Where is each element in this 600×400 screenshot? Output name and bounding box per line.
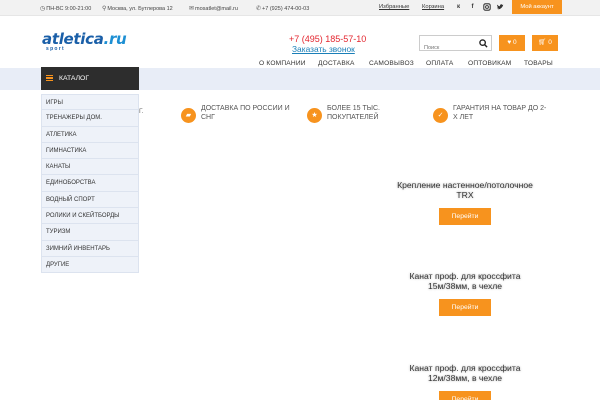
product-card: Канат проф. для кроссфита 15м/38мм, в чех… — [396, 271, 534, 316]
product-title: Канат проф. для кроссфита 12м/38мм, в чех… — [409, 363, 521, 383]
catalog-menu: ИГРЫ ТРЕНАЖЕРЫ ДОМ. АТЛЕТИКА ГИМНАСТИКА … — [41, 94, 139, 274]
header-phone[interactable]: +7 (495) 185-57-10 — [289, 34, 366, 44]
working-hours: ◷ПН-ВС 9:00-21:00 — [40, 6, 92, 12]
product-card: Канат проф. для кроссфита 12м/38мм, в чех… — [396, 363, 534, 400]
nav-payment[interactable]: ОПЛАТА — [426, 60, 453, 67]
product-go-button[interactable]: Перейти — [439, 391, 491, 400]
map-pin-icon: ⚲ — [102, 6, 107, 12]
catalog-item-home-trainers[interactable]: ТРЕНАЖЕРЫ ДОМ. — [41, 110, 139, 127]
cutoff-text: Г. — [139, 108, 144, 115]
star-icon: ★ — [307, 108, 322, 123]
catalog-item-martial-arts[interactable]: ЕДИНОБОРСТВА — [41, 175, 139, 192]
catalog-item-rollers[interactable]: РОЛИКИ И СКЕЙТБОРДЫ — [41, 208, 139, 225]
cart-button[interactable]: 🛒︎ 0 — [532, 35, 558, 51]
top-phone[interactable]: ✆+7 (925) 474-00-03 — [256, 5, 309, 12]
instagram-glyph — [482, 3, 491, 11]
search-box — [419, 35, 492, 55]
search-input[interactable] — [420, 41, 480, 55]
logo-text: atletica.ru — [42, 30, 127, 48]
mail-icon: ✉ — [189, 6, 195, 12]
hamburger-icon — [46, 75, 53, 81]
instagram-icon[interactable] — [482, 3, 491, 12]
catalog-item-games[interactable]: ИГРЫ — [41, 94, 139, 111]
catalog-item-tourism[interactable]: ТУРИЗМ — [41, 224, 139, 241]
catalog-item-athletics[interactable]: АТЛЕТИКА — [41, 126, 139, 143]
nav-pickup[interactable]: САМОВЫВОЗ — [369, 60, 414, 67]
product-go-button[interactable]: Перейти — [439, 299, 491, 316]
product-card: Крепление настенное/потолочное TRX Перейт… — [396, 180, 534, 225]
clock-icon: ◷ — [40, 6, 46, 12]
nav-wholesale[interactable]: ОПТОВИКАМ — [468, 60, 511, 67]
catalog-item-other[interactable]: ДРУГИЕ — [41, 256, 139, 274]
favorites-button[interactable]: ♥ 0 — [499, 35, 525, 51]
heart-icon: ♥ — [507, 39, 512, 46]
catalog-item-winter[interactable]: ЗИМНИЙ ИНВЕНТАРЬ — [41, 240, 139, 257]
search-icon[interactable] — [479, 39, 488, 48]
catalog-item-ropes[interactable]: КАНАТЫ — [41, 159, 139, 176]
facebook-icon[interactable]: f — [468, 3, 477, 12]
catalog-header[interactable]: КАТАЛОГ — [41, 67, 139, 90]
my-account-button[interactable]: Мой аккаунт — [512, 0, 562, 14]
product-title: Канат проф. для кроссфита 15м/38мм, в чех… — [409, 271, 521, 291]
phone-icon: ✆ — [256, 6, 262, 12]
twitter-icon[interactable] — [495, 3, 504, 12]
product-title: Крепление настенное/потолочное TRX — [397, 180, 533, 200]
top-bar: ◷ПН-ВС 9:00-21:00 ⚲Москва, ул. Бутлерова… — [0, 0, 600, 16]
nav-about[interactable]: О КОМПАНИИ — [259, 60, 306, 67]
nav-products[interactable]: ТОВАРЫ — [524, 60, 553, 67]
twitter-glyph — [496, 4, 503, 10]
cart-link[interactable]: Корзина — [422, 4, 444, 10]
vk-icon[interactable]: к — [454, 3, 463, 12]
catalog-item-water-sports[interactable]: ВОДНЫЙ СПОРТ — [41, 191, 139, 209]
site-logo[interactable]: atletica.ru sport — [42, 30, 144, 53]
product-go-button[interactable]: Перейти — [439, 208, 491, 225]
nav-delivery[interactable]: ДОСТАВКА — [318, 60, 355, 67]
callback-link[interactable]: Заказать звонок — [292, 44, 355, 54]
catalog-item-gymnastics[interactable]: ГИМНАСТИКА — [41, 142, 139, 160]
address: ⚲Москва, ул. Бутлерова 12 — [102, 6, 173, 12]
cart-icon: 🛒︎ — [538, 39, 547, 46]
check-icon: ✓ — [433, 108, 448, 123]
favorites-link[interactable]: Избранные — [379, 4, 409, 10]
main-nav: О КОМПАНИИ ДОСТАВКА САМОВЫВОЗ ОПЛАТА ОПТ… — [0, 60, 600, 67]
email-link[interactable]: ✉mosatlet@mail.ru — [189, 5, 238, 12]
truck-icon: ▰ — [181, 108, 196, 123]
